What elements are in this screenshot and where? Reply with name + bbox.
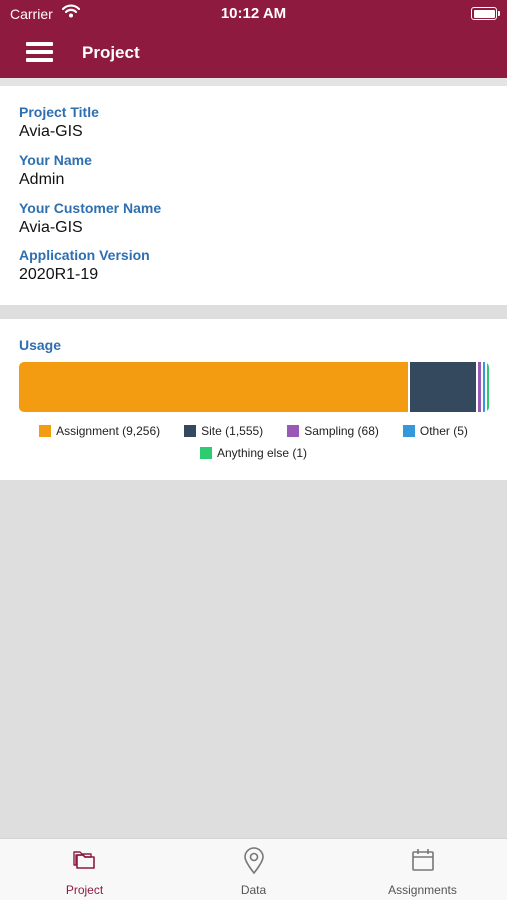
legend-item-anything-else: Anything else (1)	[199, 446, 308, 460]
hamburger-icon	[26, 42, 53, 46]
bar-segment-anything-else	[486, 362, 489, 412]
nav-bar: Project	[0, 28, 507, 78]
legend-label: Site (1,555)	[201, 424, 264, 438]
tab-label: Assignments	[388, 883, 457, 897]
page-title: Project	[82, 43, 140, 62]
usage-title: Usage	[19, 337, 62, 353]
legend-swatch	[287, 425, 300, 437]
usage-card: Usage Assignment (9,256) Site (1,555) Sa…	[0, 319, 507, 480]
project-title-field: Project Title Avia-GIS	[19, 104, 99, 141]
usage-legend: Assignment (9,256) Site (1,555) Sampling…	[0, 421, 507, 463]
your-name-field: Your Name Admin	[19, 152, 92, 189]
legend-row: Anything else (1)	[0, 443, 507, 463]
legend-label: Sampling (68)	[304, 424, 379, 438]
status-bar: Carrier 10:12 AM	[0, 0, 507, 28]
project-info-card: Project Title Avia-GIS Your Name Admin Y…	[0, 86, 507, 305]
menu-button[interactable]	[26, 42, 54, 64]
field-value: Avia-GIS	[19, 123, 83, 140]
legend-swatch	[199, 447, 212, 459]
hamburger-line	[26, 50, 53, 54]
field-label: Project Title	[19, 104, 99, 120]
tab-label: Project	[65, 883, 104, 897]
battery-icon	[471, 7, 500, 20]
tab-label: Data	[240, 883, 267, 897]
legend-label: Assignment (9,256)	[56, 424, 161, 438]
tab-data[interactable]: Data	[169, 839, 338, 900]
field-label: Application Version	[19, 247, 150, 263]
folder-icon	[73, 851, 95, 869]
legend-swatch	[184, 425, 197, 437]
field-label: Your Customer Name	[19, 200, 162, 216]
legend-item-sampling: Sampling (68)	[287, 424, 379, 438]
legend-label: Anything else (1)	[216, 446, 308, 460]
legend-row: Assignment (9,256) Site (1,555) Sampling…	[0, 421, 507, 441]
bar-segment-assignment	[19, 362, 409, 412]
status-time: 10:12 AM	[220, 5, 287, 22]
legend-swatch	[39, 425, 52, 437]
tab-project[interactable]: Project	[0, 839, 169, 900]
location-pin-icon	[244, 847, 264, 875]
field-label: Your Name	[19, 152, 92, 168]
legend-item-assignment: Assignment (9,256)	[39, 424, 160, 438]
legend-label: Other (5)	[419, 424, 468, 438]
legend-item-site: Site (1,555)	[184, 424, 263, 438]
legend-swatch	[402, 425, 415, 437]
section-divider	[0, 78, 507, 86]
tab-assignments[interactable]: Assignments	[338, 839, 507, 900]
usage-stacked-bar	[19, 362, 489, 412]
bar-segment-site	[410, 362, 477, 412]
field-value: Admin	[19, 171, 65, 188]
hamburger-line	[26, 58, 53, 62]
calendar-icon	[412, 849, 434, 871]
customer-name-field: Your Customer Name Avia-GIS	[19, 200, 161, 237]
field-value: Avia-GIS	[19, 219, 83, 236]
field-value: 2020R1-19	[19, 266, 99, 283]
tab-bar: Project Data Assignments	[0, 838, 507, 900]
application-version-field: Application Version 2020R1-19	[19, 247, 150, 284]
legend-item-other: Other (5)	[402, 424, 468, 438]
